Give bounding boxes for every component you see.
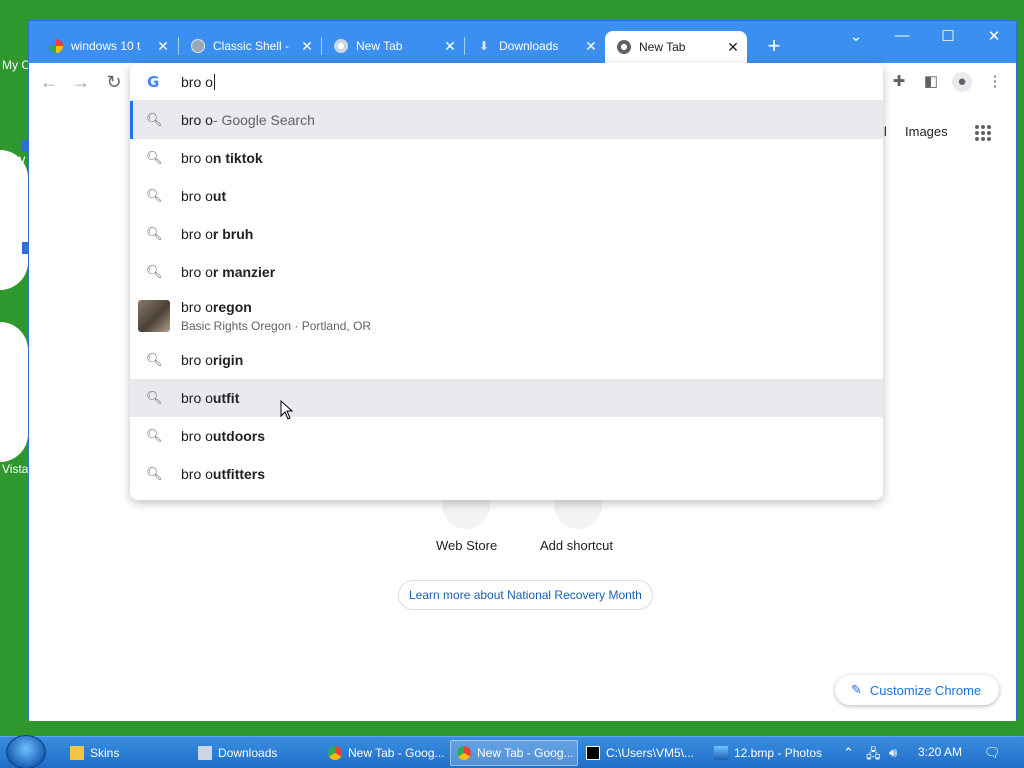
network-icon[interactable]: 🖧︎ [866,745,881,767]
google-apps-icon[interactable] [975,125,991,141]
desktop-icon-label: Vista [2,462,29,476]
tab-search-chevron-icon[interactable]: ⌄ [841,27,871,47]
shortcut-add[interactable]: Add shortcut [540,538,613,553]
folder-icon [70,746,84,760]
pencil-icon: ✎ [851,682,862,697]
volume-icon[interactable]: 🔊︎ [889,745,897,761]
search-icon: 🔍︎ [146,150,163,165]
customize-chrome-label: Customize Chrome [869,682,982,698]
customize-chrome-button[interactable]: ✎ Customize Chrome [835,675,999,705]
google-icon [49,39,63,53]
forward-button[interactable]: → [71,72,91,92]
desktop-icon-my-computer[interactable]: My C [2,58,30,72]
tab-strip: windows 10 t ✕ Classic Shell - ✕ New Tab… [29,21,1016,63]
search-icon: 🔍︎ [146,226,163,241]
search-icon: 🔍︎ [146,352,163,367]
shortcut-web-store[interactable]: Web Store [436,538,497,553]
close-icon[interactable]: ✕ [442,38,458,55]
chrome-icon [328,746,342,760]
close-icon[interactable]: ✕ [155,38,171,55]
tab-downloads[interactable]: ⬇ Downloads ✕ [465,31,605,61]
omnibox-dropdown: G bro o 🔍︎ bro o - Google Search 🔍︎ bro … [130,63,883,500]
search-icon: 🔍︎ [146,188,163,203]
close-icon[interactable]: ✕ [725,39,741,56]
tab-title: Downloads [499,39,559,53]
mouse-cursor-icon [280,400,294,420]
minimize-button[interactable]: — [887,27,917,47]
suggestion-item[interactable]: 🔍︎ bro or manzier [130,253,883,291]
maximize-button[interactable]: ☐ [933,27,963,47]
new-tab-button[interactable]: + [762,35,786,59]
entity-subtitle: Basic Rights Oregon · Portland, OR [181,319,372,333]
omnibox[interactable]: G bro o [130,63,883,101]
tray-chevron-icon[interactable]: ⌃ [843,745,854,761]
entity-thumbnail [138,300,170,332]
taskbar-item-downloads[interactable]: Downloads [192,740,318,766]
folder-icon [198,746,212,760]
profile-avatar[interactable]: ● [952,72,972,92]
back-button[interactable]: ← [39,72,59,92]
search-icon: 🔍︎ [146,112,163,127]
start-button[interactable] [6,735,46,768]
tab-new-tab[interactable]: New Tab ✕ [322,31,464,61]
tab-windows-10[interactable]: windows 10 t ✕ [37,31,177,61]
extensions-icon[interactable]: ✚ [889,72,909,92]
suggestion-item[interactable]: 🔍︎ bro o utdoors [130,417,883,455]
search-icon: 🔍︎ [146,428,163,443]
tab-new-tab-active[interactable]: New Tab ✕ [605,31,747,63]
close-icon[interactable]: ✕ [299,38,315,55]
chrome-icon [617,40,631,54]
suggestion-item[interactable]: 🔍︎ bro o - Google Search [130,101,883,139]
desktop-icon-vista[interactable]: Vista [2,462,30,476]
taskbar-item-chrome[interactable]: New Tab - Goog... [322,740,448,766]
tab-title: windows 10 t [71,39,141,53]
side-panel-icon[interactable]: ◧ [921,72,941,92]
close-icon[interactable]: ✕ [583,38,599,55]
taskbar-item-chrome-active[interactable]: New Tab - Goog... [450,740,578,766]
suggestion-item[interactable]: 🔍︎ bro o rigin [130,341,883,379]
suggestion-item[interactable]: 🔍︎ bro o utfitters [130,455,883,493]
taskbar-item-skins[interactable]: Skins [64,740,188,766]
tab-title: New Tab [639,40,686,54]
action-center-icon[interactable]: 🗨︎ [984,745,1001,761]
globe-icon [191,39,205,53]
taskbar-item-photos[interactable]: 12.bmp - Photos [708,740,834,766]
search-icon: 🔍︎ [146,390,163,405]
suggestion-item[interactable]: 🔍︎ bro on tiktok [130,139,883,177]
tab-classic-shell[interactable]: Classic Shell - ✕ [179,31,321,61]
suggestion-item[interactable]: 🔍︎ bro o ut [130,177,883,215]
taskbar: Skins Downloads New Tab - Goog... New Ta… [0,735,1024,768]
desktop-wallpaper-shape [0,322,28,462]
taskbar-item-7zip[interactable]: C:\Users\VM5\... [580,740,706,766]
suggestion-item[interactable]: 🔍︎ bro or bruh [130,215,883,253]
chrome-icon [457,746,471,760]
search-icon: 🔍︎ [146,466,163,481]
close-window-button[interactable]: ✕ [979,27,1009,47]
omnibox-input[interactable]: bro o [181,74,215,90]
suggestion-entity[interactable]: bro oregon Basic Rights Oregon · Portlan… [130,291,883,341]
tab-title: New Tab [356,39,403,53]
images-link[interactable]: Images [905,124,948,139]
promo-link[interactable]: Learn more about National Recovery Month [398,580,653,610]
suggestion-item[interactable]: 🔍︎ bro o utfit [130,379,883,417]
download-icon: ⬇ [478,39,490,53]
menu-kebab-icon[interactable]: ⋮ [985,72,1005,92]
browser-window: windows 10 t ✕ Classic Shell - ✕ New Tab… [28,20,1017,721]
photos-icon [714,746,728,760]
7zip-icon [586,746,600,760]
desktop-icon-label: My C [2,58,30,72]
google-g-icon: G [147,73,160,91]
chrome-icon [334,39,348,53]
tab-title: Classic Shell - [213,39,290,53]
clock[interactable]: 3:20 AM [918,745,962,759]
search-icon: 🔍︎ [146,264,163,279]
reload-button[interactable]: ↻ [104,72,124,92]
